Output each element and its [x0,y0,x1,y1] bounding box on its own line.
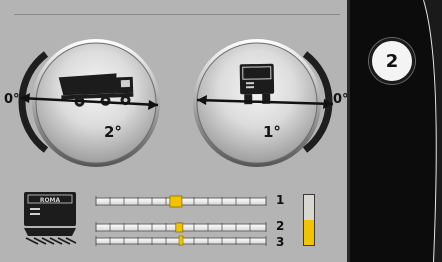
left-gauge [18,39,160,167]
slider-track-2 [95,222,267,233]
right-gauge [193,39,334,167]
bezel-curve [423,0,442,262]
vertical-level-fill [304,220,314,245]
slider-track-3 [95,235,267,246]
slider-label-3: 3 [276,235,285,249]
slider-thumb-1 [169,195,183,208]
step-number-badge[interactable]: 2 [369,38,415,84]
roma-paver-icon: ROMA [24,192,77,245]
left-gauge-angle-value: 2° [104,123,122,141]
display-screen: ROMA 0° 2° 0° 1° 1 2 3 [0,0,350,262]
right-gauge-zero-label: 0° [333,92,349,107]
slider-label-1: 1 [276,193,285,207]
slider-track-1 [95,195,267,208]
slider-thumb-3 [178,235,184,246]
svg-text:ROMA: ROMA [40,197,61,204]
slider-label-2: 2 [276,219,285,233]
right-gauge-angle-value: 1° [263,123,281,141]
slider-thumb-2 [175,222,184,233]
left-gauge-zero-label: 0° [4,92,20,107]
vertical-level-bar [303,194,315,246]
inclination-gauges: ROMA [18,39,334,246]
